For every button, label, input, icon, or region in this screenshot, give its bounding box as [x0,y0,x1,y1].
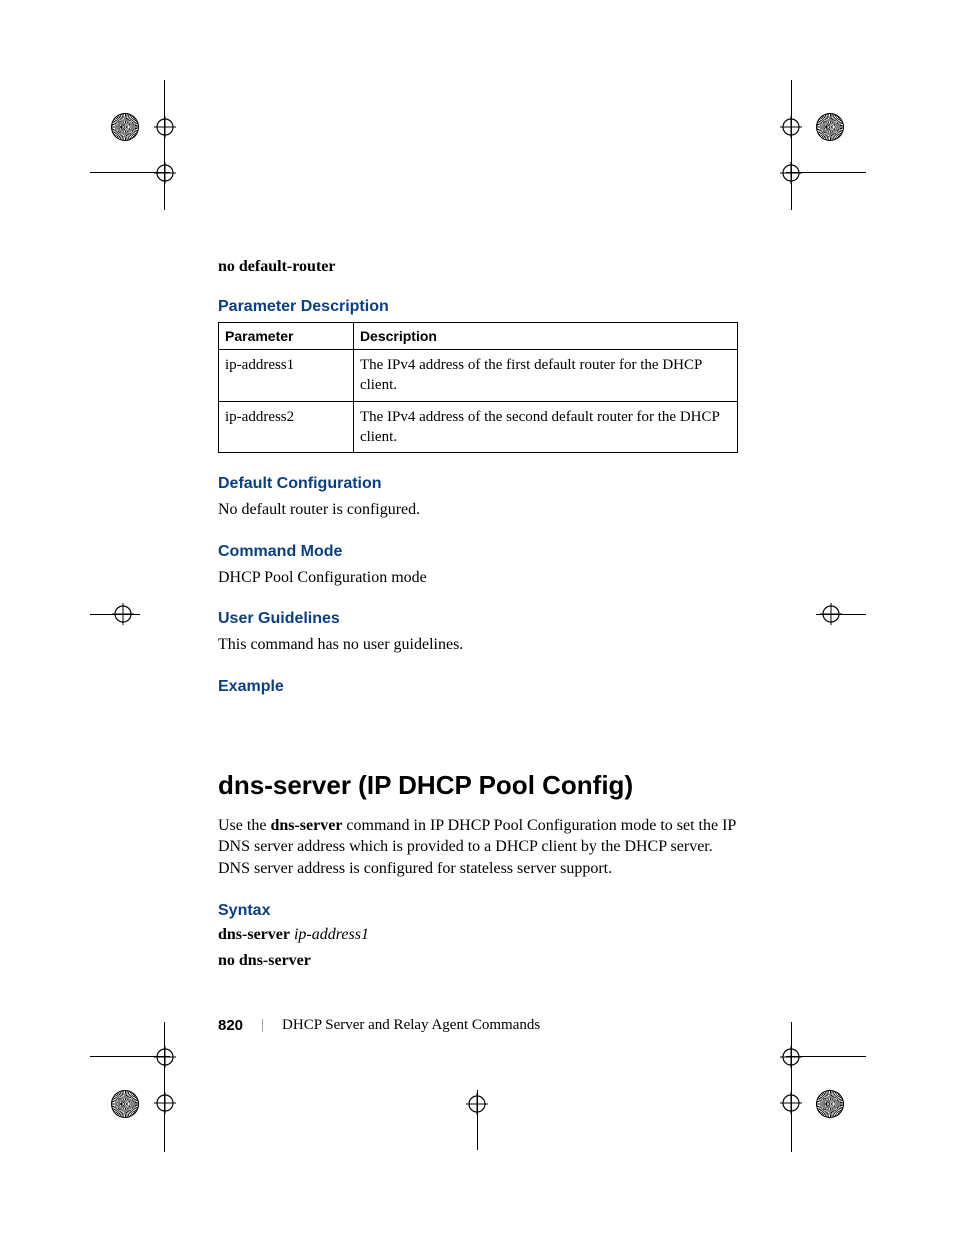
registration-mark-icon [820,603,842,625]
crop-line [791,80,792,210]
table-cell-param: ip-address2 [219,401,354,453]
table-row: ip-address1 The IPv4 address of the firs… [219,350,738,402]
table-cell-desc: The IPv4 address of the second default r… [353,401,737,453]
footer-text: DHCP Server and Relay Agent Commands [282,1017,540,1034]
crop-rosette-icon [111,1090,139,1118]
registration-mark-icon [780,1046,802,1068]
syntax-line-1: dns-server ip-address1 [218,926,738,944]
table-row: ip-address2 The IPv4 address of the seco… [219,401,738,453]
crop-line [164,80,165,210]
crop-line [164,1022,165,1152]
table-cell-desc: The IPv4 address of the first default ro… [353,350,737,402]
registration-mark-icon [154,162,176,184]
registration-mark-icon [154,1092,176,1114]
pre-command: no default-router [218,258,738,276]
registration-mark-icon [154,116,176,138]
table-header-parameter: Parameter [219,323,354,350]
syntax-line-2: no dns-server [218,952,738,970]
heading-parameter-description: Parameter Description [218,298,738,316]
command-mode-body: DHCP Pool Configuration mode [218,567,738,589]
page: no default-router Parameter Description … [0,0,954,1235]
command-intro-bold: dns-server [270,817,342,834]
footer-separator: | [261,1017,264,1034]
default-configuration-body: No default router is configured. [218,499,738,521]
crop-rosette-icon [816,1090,844,1118]
syntax-no-cmd: no dns-server [218,952,311,969]
page-footer: 820 | DHCP Server and Relay Agent Comman… [218,1017,540,1034]
command-title: dns-server (IP DHCP Pool Config) [218,770,738,801]
registration-mark-icon [780,116,802,138]
crop-rosette-icon [816,113,844,141]
registration-mark-icon [780,162,802,184]
parameter-table: Parameter Description ip-address1 The IP… [218,322,738,453]
heading-command-mode: Command Mode [218,543,738,561]
heading-default-configuration: Default Configuration [218,475,738,493]
registration-mark-icon [780,1092,802,1114]
user-guidelines-body: This command has no user guidelines. [218,634,738,656]
registration-mark-icon [466,1093,488,1115]
page-number: 820 [218,1017,243,1034]
syntax-arg: ip-address1 [294,926,369,943]
heading-example: Example [218,678,738,696]
heading-user-guidelines: User Guidelines [218,610,738,628]
heading-syntax: Syntax [218,902,738,920]
table-header-row: Parameter Description [219,323,738,350]
content-area: no default-router Parameter Description … [218,258,738,978]
table-header-description: Description [353,323,737,350]
registration-mark-icon [154,1046,176,1068]
syntax-cmd: dns-server [218,926,290,943]
command-intro-pre: Use the [218,817,270,834]
command-intro: Use the dns-server command in IP DHCP Po… [218,815,738,880]
crop-rosette-icon [111,113,139,141]
crop-line [791,1022,792,1152]
table-cell-param: ip-address1 [219,350,354,402]
registration-mark-icon [112,603,134,625]
